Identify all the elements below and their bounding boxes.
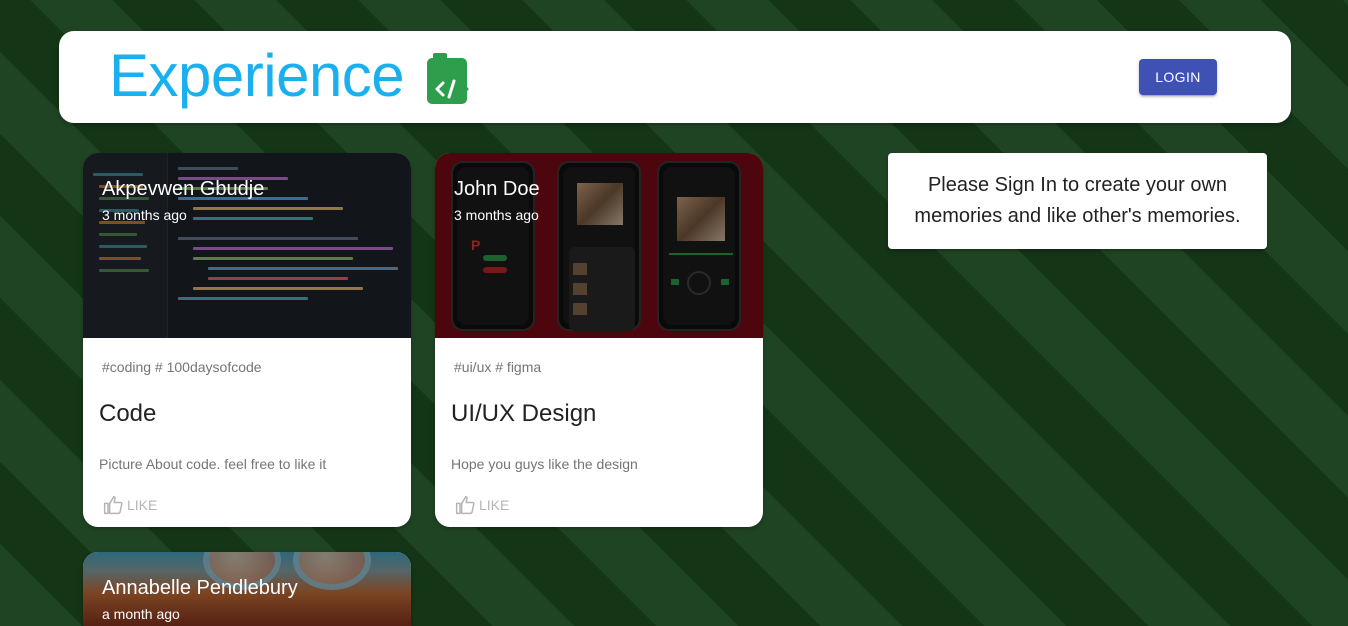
- post-author: Akpevwen Gbudje: [102, 178, 265, 200]
- post-image: P John Doe 3 months ago: [435, 153, 763, 338]
- post-author: Annabelle Pendlebury: [102, 577, 298, 599]
- thumb-up-icon: [455, 495, 475, 515]
- app-title[interactable]: Experience: [109, 41, 405, 111]
- post-image: Akpevwen Gbudje 3 months ago: [83, 153, 411, 338]
- post-timestamp: a month ago: [102, 606, 180, 622]
- like-label: LIKE: [479, 497, 510, 513]
- post-title: UI/UX Design: [451, 400, 597, 427]
- code-clipboard-icon: [425, 49, 475, 107]
- post-tags: #coding # 100daysofcode: [102, 359, 262, 375]
- post-overlay: Akpevwen Gbudje 3 months ago: [102, 177, 264, 225]
- post-message: Picture About code. feel free to like it: [99, 456, 327, 472]
- like-button[interactable]: LIKE: [455, 493, 509, 517]
- signin-prompt: Please Sign In to create your own memori…: [888, 153, 1267, 249]
- post-card: Akpevwen Gbudje 3 months ago #coding # 1…: [83, 153, 411, 527]
- post-tags: #ui/ux # figma: [454, 359, 542, 375]
- post-overlay: Annabelle Pendlebury a month ago: [102, 576, 298, 624]
- like-button[interactable]: LIKE: [103, 493, 157, 517]
- thumb-up-icon: [103, 495, 123, 515]
- like-label: LIKE: [127, 497, 158, 513]
- app-bar: Experience LOGIN: [59, 31, 1291, 123]
- post-timestamp: 3 months ago: [102, 207, 187, 223]
- post-card: Annabelle Pendlebury a month ago: [83, 552, 411, 626]
- post-author: John Doe: [454, 178, 540, 200]
- post-overlay: John Doe 3 months ago: [454, 177, 540, 225]
- post-title: Code: [99, 400, 157, 427]
- signin-message: Please Sign In to create your own memori…: [914, 174, 1241, 227]
- post-image: Annabelle Pendlebury a month ago: [83, 552, 411, 626]
- post-message: Hope you guys like the design: [451, 456, 638, 472]
- post-card: P John Doe 3 months ago #ui/ux # figma U…: [435, 153, 763, 527]
- post-timestamp: 3 months ago: [454, 207, 539, 223]
- login-button[interactable]: LOGIN: [1139, 59, 1217, 95]
